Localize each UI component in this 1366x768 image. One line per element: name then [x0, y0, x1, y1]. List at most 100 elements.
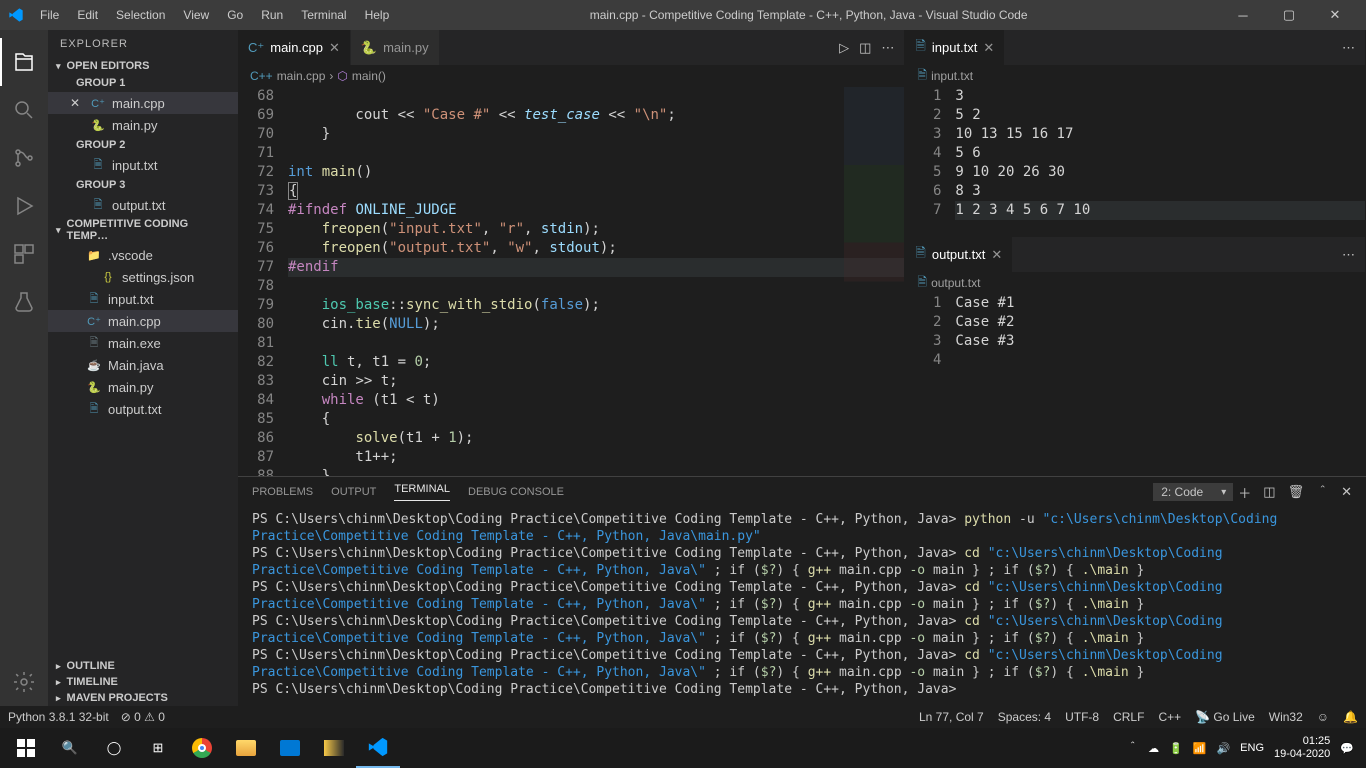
extensions-icon[interactable]: [0, 230, 48, 278]
group-3-label: GROUP 3: [48, 176, 238, 194]
more-actions-icon[interactable]: ⋯: [1342, 40, 1355, 56]
project-file-item[interactable]: 🗎input.txt: [48, 288, 238, 310]
wifi-icon[interactable]: 📶: [1193, 742, 1207, 755]
start-button[interactable]: [4, 728, 48, 768]
cortana-icon[interactable]: ◯: [92, 728, 136, 768]
code-editor-main[interactable]: 6869707172737475767778798081828384858687…: [238, 87, 904, 476]
breadcrumb-input[interactable]: 🗎input.txt: [905, 65, 1365, 87]
tab-input[interactable]: 🗎 input.txt ✕: [905, 30, 1005, 65]
maximize-button[interactable]: ▢: [1266, 0, 1312, 30]
kill-terminal-icon[interactable]: 🗑: [1288, 484, 1305, 500]
taskbar-clock[interactable]: 01:25 19-04-2020: [1274, 735, 1330, 761]
open-editor-item[interactable]: 🗎output.txt: [48, 194, 238, 216]
tab-main-py[interactable]: 🐍main.py: [351, 30, 440, 65]
menu-help[interactable]: Help: [357, 4, 398, 26]
project-file-item[interactable]: {}settings.json: [48, 266, 238, 288]
status-item[interactable]: ⊘ 0 ⚠ 0: [121, 710, 165, 724]
menu-edit[interactable]: Edit: [69, 4, 106, 26]
status-item[interactable]: CRLF: [1113, 710, 1144, 724]
more-actions-icon[interactable]: ⋯: [881, 40, 894, 56]
vscode-file-icon: 📁: [86, 247, 102, 263]
menu-run[interactable]: Run: [253, 4, 291, 26]
tray-chevron-icon[interactable]: ＾: [1127, 740, 1138, 756]
project-file-item[interactable]: 🗎main.exe: [48, 332, 238, 354]
code-editor-input[interactable]: 1234567 35 210 13 15 16 175 69 10 20 26 …: [905, 87, 1365, 237]
maximize-panel-icon[interactable]: ＾: [1316, 483, 1329, 502]
breadcrumb-bar[interactable]: C++ main.cpp › ⬡ main(): [238, 65, 904, 87]
test-icon[interactable]: [0, 278, 48, 326]
settings-gear-icon[interactable]: [0, 658, 48, 706]
close-button[interactable]: ✕: [1312, 0, 1358, 30]
panel-tab-terminal[interactable]: TERMINAL: [394, 483, 450, 501]
group-1-label: GROUP 1: [48, 74, 238, 92]
explorer-icon[interactable]: [0, 38, 48, 86]
status-item[interactable]: Win32: [1269, 710, 1303, 724]
minimap[interactable]: [844, 87, 904, 476]
project-file-item[interactable]: 📁.vscode: [48, 244, 238, 266]
file-explorer-icon[interactable]: [224, 728, 268, 768]
status-item[interactable]: Spaces: 4: [998, 710, 1051, 724]
app-icon[interactable]: [312, 728, 356, 768]
onedrive-icon[interactable]: ☁: [1148, 742, 1159, 755]
mail-icon[interactable]: [268, 728, 312, 768]
run-debug-icon[interactable]: [0, 182, 48, 230]
project-file-item[interactable]: 🗎output.txt: [48, 398, 238, 420]
close-panel-icon[interactable]: ✕: [1341, 484, 1352, 500]
open-editor-item[interactable]: ✕C⁺main.cpp: [48, 92, 238, 114]
project-file-item[interactable]: 🐍main.py: [48, 376, 238, 398]
code-editor-output[interactable]: 1234 Case #1Case #2Case #3: [905, 294, 1365, 476]
py-file-icon: 🐍: [90, 117, 106, 133]
editor-tabs-left: C⁺main.cpp✕🐍main.py ▷ ◫ ⋯: [238, 30, 904, 65]
run-icon[interactable]: ▷: [839, 40, 849, 56]
open-editor-item[interactable]: 🐍main.py: [48, 114, 238, 136]
status-item[interactable]: Python 3.8.1 32-bit: [8, 710, 109, 724]
panel-tab-debug-console[interactable]: DEBUG CONSOLE: [468, 486, 564, 498]
breadcrumb-output[interactable]: 🗎output.txt: [905, 272, 1365, 294]
close-tab-icon[interactable]: ✕: [983, 40, 994, 56]
search-icon[interactable]: [0, 86, 48, 134]
status-item[interactable]: Ln 77, Col 7: [919, 710, 984, 724]
notifications-icon[interactable]: 💬: [1340, 742, 1354, 755]
battery-icon[interactable]: 🔋: [1169, 742, 1183, 755]
chrome-icon[interactable]: [180, 728, 224, 768]
open-editors-section[interactable]: OPEN EDITORS: [48, 58, 238, 74]
status-item[interactable]: UTF-8: [1065, 710, 1099, 724]
timeline-section[interactable]: TIMELINE: [48, 674, 238, 690]
status-item[interactable]: C++: [1158, 710, 1181, 724]
vscode-taskbar-icon[interactable]: [356, 728, 400, 768]
close-tab-icon[interactable]: ✕: [991, 247, 1002, 263]
status-item[interactable]: 🔔: [1343, 710, 1358, 724]
panel-tab-problems[interactable]: PROBLEMS: [252, 486, 313, 498]
menu-terminal[interactable]: Terminal: [293, 4, 354, 26]
status-item[interactable]: ☺: [1317, 710, 1329, 724]
search-taskbar-icon[interactable]: 🔍: [48, 728, 92, 768]
tab-output[interactable]: 🗎 output.txt ✕: [905, 237, 1013, 272]
breadcrumb-symbol[interactable]: main(): [352, 69, 386, 83]
split-editor-icon[interactable]: ◫: [859, 40, 871, 56]
minimize-button[interactable]: ─: [1220, 0, 1266, 30]
close-tab-icon[interactable]: ✕: [329, 40, 340, 56]
more-actions-icon[interactable]: ⋯: [1342, 247, 1355, 263]
breadcrumb-file[interactable]: main.cpp: [277, 69, 326, 83]
project-section[interactable]: COMPETITIVE CODING TEMP…: [48, 216, 238, 244]
menu-view[interactable]: View: [175, 4, 217, 26]
maven-section[interactable]: MAVEN PROJECTS: [48, 690, 238, 706]
outline-section[interactable]: OUTLINE: [48, 658, 238, 674]
panel-tab-output[interactable]: OUTPUT: [331, 486, 376, 498]
new-terminal-icon[interactable]: ＋: [1238, 483, 1251, 502]
menu-file[interactable]: File: [32, 4, 67, 26]
task-view-icon[interactable]: ⊞: [136, 728, 180, 768]
menu-go[interactable]: Go: [219, 4, 251, 26]
volume-icon[interactable]: 🔊: [1216, 742, 1230, 755]
project-file-item[interactable]: C⁺main.cpp: [48, 310, 238, 332]
project-file-item[interactable]: ☕Main.java: [48, 354, 238, 376]
menu-selection[interactable]: Selection: [108, 4, 173, 26]
terminal-output[interactable]: PS C:\Users\chinm\Desktop\Coding Practic…: [238, 507, 1366, 706]
open-editor-item[interactable]: 🗎input.txt: [48, 154, 238, 176]
language-indicator[interactable]: ENG: [1240, 742, 1264, 754]
split-terminal-icon[interactable]: ◫: [1263, 484, 1275, 500]
close-editor-icon[interactable]: ✕: [68, 96, 82, 110]
source-control-icon[interactable]: [0, 134, 48, 182]
tab-main-cpp[interactable]: C⁺main.cpp✕: [238, 30, 351, 65]
status-item[interactable]: 📡 Go Live: [1195, 710, 1255, 724]
